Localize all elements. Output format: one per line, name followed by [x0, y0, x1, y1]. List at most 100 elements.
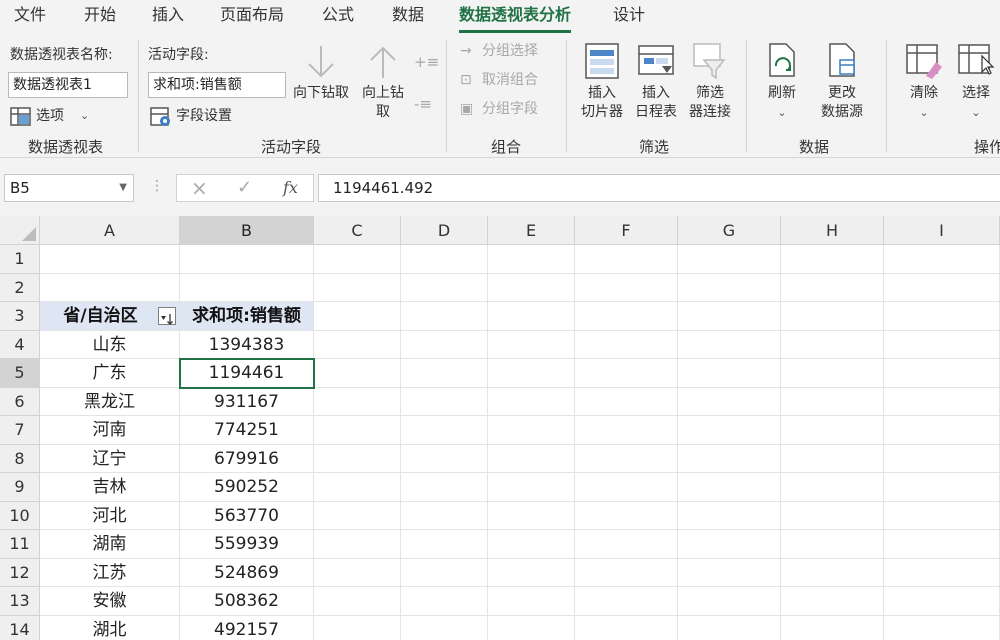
- cell-i11[interactable]: [884, 530, 1000, 559]
- cell-a6[interactable]: 黑龙江: [40, 387, 180, 416]
- cell-b12[interactable]: 524869: [180, 558, 314, 587]
- cell-h2[interactable]: [781, 273, 884, 302]
- cell-a14[interactable]: 湖北: [40, 615, 180, 640]
- cell-c5[interactable]: [314, 359, 401, 388]
- cell-i10[interactable]: [884, 501, 1000, 530]
- row-header-7[interactable]: 7: [0, 416, 40, 445]
- cell-f9[interactable]: [575, 473, 678, 502]
- insert-slicer-button[interactable]: 插入 切片器: [576, 42, 628, 122]
- cell-f12[interactable]: [575, 558, 678, 587]
- cell-a12[interactable]: 江苏: [40, 558, 180, 587]
- column-header-i[interactable]: I: [884, 216, 1000, 245]
- tab-pivot-analyze[interactable]: 数据透视表分析: [459, 0, 572, 34]
- cell-a5[interactable]: 广东: [40, 359, 180, 388]
- cell-c4[interactable]: [314, 330, 401, 359]
- cell-h4[interactable]: [781, 330, 884, 359]
- cell-d4[interactable]: [401, 330, 488, 359]
- cell-g2[interactable]: [678, 273, 781, 302]
- cell-c11[interactable]: [314, 530, 401, 559]
- cell-d1[interactable]: [401, 245, 488, 274]
- column-header-a[interactable]: A: [40, 216, 180, 245]
- tab-page-layout[interactable]: 页面布局: [220, 0, 284, 34]
- cell-d3[interactable]: [401, 302, 488, 331]
- column-header-g[interactable]: G: [678, 216, 781, 245]
- cell-i2[interactable]: [884, 273, 1000, 302]
- cell-d8[interactable]: [401, 444, 488, 473]
- pivot-header-sum[interactable]: 求和项:销售额: [180, 302, 314, 331]
- cell-i3[interactable]: [884, 302, 1000, 331]
- cell-h7[interactable]: [781, 416, 884, 445]
- cell-g14[interactable]: [678, 615, 781, 640]
- cell-g6[interactable]: [678, 387, 781, 416]
- cell-d12[interactable]: [401, 558, 488, 587]
- cell-f8[interactable]: [575, 444, 678, 473]
- column-header-h[interactable]: H: [781, 216, 884, 245]
- cell-e7[interactable]: [488, 416, 575, 445]
- filter-connections-button[interactable]: 筛选 器连接: [684, 42, 736, 122]
- cell-e8[interactable]: [488, 444, 575, 473]
- cell-e6[interactable]: [488, 387, 575, 416]
- cell-c1[interactable]: [314, 245, 401, 274]
- cell-a1[interactable]: [40, 245, 180, 274]
- cell-c6[interactable]: [314, 387, 401, 416]
- cell-g3[interactable]: [678, 302, 781, 331]
- clear-button[interactable]: 清除 ⌄: [898, 42, 950, 122]
- cell-h13[interactable]: [781, 587, 884, 616]
- options-button[interactable]: 选项 ⌄: [10, 106, 100, 128]
- tab-design[interactable]: 设计: [613, 0, 645, 34]
- cell-h11[interactable]: [781, 530, 884, 559]
- cell-b13[interactable]: 508362: [180, 587, 314, 616]
- cell-d11[interactable]: [401, 530, 488, 559]
- row-header-4[interactable]: 4: [0, 330, 40, 359]
- cell-b14[interactable]: 492157: [180, 615, 314, 640]
- cell-e14[interactable]: [488, 615, 575, 640]
- cell-a8[interactable]: 辽宁: [40, 444, 180, 473]
- cell-a7[interactable]: 河南: [40, 416, 180, 445]
- cell-f1[interactable]: [575, 245, 678, 274]
- cell-b11[interactable]: 559939: [180, 530, 314, 559]
- cell-h5[interactable]: [781, 359, 884, 388]
- cell-g4[interactable]: [678, 330, 781, 359]
- cell-g5[interactable]: [678, 359, 781, 388]
- cell-b9[interactable]: 590252: [180, 473, 314, 502]
- drill-up-button[interactable]: 向上钻 取: [356, 44, 410, 122]
- cell-c14[interactable]: [314, 615, 401, 640]
- ungroup-button[interactable]: ⊡ 取消组合: [460, 70, 570, 92]
- group-selection-button[interactable]: → 分组选择: [460, 41, 570, 63]
- cell-c3[interactable]: [314, 302, 401, 331]
- cell-e13[interactable]: [488, 587, 575, 616]
- cell-d9[interactable]: [401, 473, 488, 502]
- row-header-13[interactable]: 13: [0, 587, 40, 616]
- cell-i6[interactable]: [884, 387, 1000, 416]
- cell-c12[interactable]: [314, 558, 401, 587]
- cell-i5[interactable]: [884, 359, 1000, 388]
- cell-c8[interactable]: [314, 444, 401, 473]
- insert-timeline-button[interactable]: 插入 日程表: [630, 42, 682, 122]
- cell-f4[interactable]: [575, 330, 678, 359]
- cell-g12[interactable]: [678, 558, 781, 587]
- cell-f13[interactable]: [575, 587, 678, 616]
- cell-c10[interactable]: [314, 501, 401, 530]
- cell-a2[interactable]: [40, 273, 180, 302]
- row-header-1[interactable]: 1: [0, 245, 40, 274]
- row-header-3[interactable]: 3: [0, 302, 40, 331]
- cell-d14[interactable]: [401, 615, 488, 640]
- cell-a4[interactable]: 山东: [40, 330, 180, 359]
- cell-e4[interactable]: [488, 330, 575, 359]
- row-header-6[interactable]: 6: [0, 387, 40, 416]
- row-header-8[interactable]: 8: [0, 444, 40, 473]
- cell-c2[interactable]: [314, 273, 401, 302]
- cell-h10[interactable]: [781, 501, 884, 530]
- collapse-field-icon[interactable]: -≡: [414, 94, 432, 114]
- cell-i8[interactable]: [884, 444, 1000, 473]
- cell-a10[interactable]: 河北: [40, 501, 180, 530]
- group-field-button[interactable]: ▣ 分组字段: [460, 99, 570, 121]
- filter-sort-dropdown-icon[interactable]: [158, 307, 176, 325]
- cell-d13[interactable]: [401, 587, 488, 616]
- tab-file[interactable]: 文件: [14, 0, 46, 34]
- pivot-name-input[interactable]: 数据透视表1: [8, 72, 128, 98]
- cell-a9[interactable]: 吉林: [40, 473, 180, 502]
- cell-a11[interactable]: 湖南: [40, 530, 180, 559]
- cell-b1[interactable]: [180, 245, 314, 274]
- cell-f11[interactable]: [575, 530, 678, 559]
